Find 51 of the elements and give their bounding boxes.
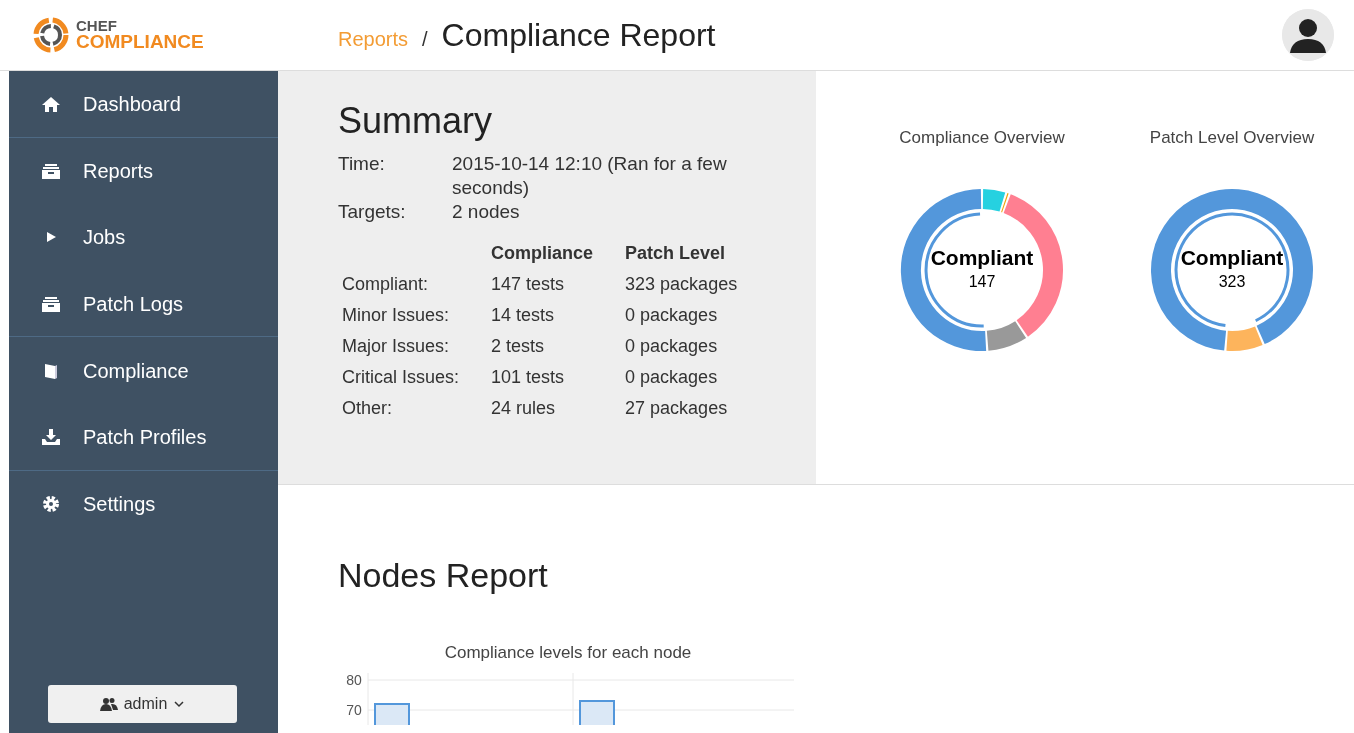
- brand-name: CHEF: [76, 19, 118, 33]
- section-title: Summary: [338, 99, 494, 143]
- brand-name: COMPLIANCE: [76, 33, 204, 51]
- caret-icon: [173, 700, 186, 708]
- sidebar-item[interactable]: Compliance: [9, 337, 278, 404]
- chart-title: Compliance Overview: [899, 127, 1065, 149]
- axis-tick-label: 70: [346, 702, 362, 719]
- download-icon: [41, 427, 61, 446]
- sidebar-item[interactable]: Settings: [9, 470, 278, 538]
- fact-value: 2015-10-14 12:10 (Ran for a few seconds): [452, 152, 728, 201]
- fact-label: Targets:: [338, 200, 407, 225]
- table-cell-text: 323 packages: [624, 273, 739, 297]
- sidebar-item[interactable]: Reports: [9, 137, 278, 205]
- row-label: Other:: [341, 397, 394, 421]
- row-label: Major Issues:: [341, 335, 451, 359]
- row-label: Minor Issues:: [341, 304, 451, 328]
- home-icon: [41, 94, 61, 113]
- column-header: Patch Level: [624, 242, 727, 266]
- column-header: Compliance: [490, 242, 595, 266]
- tray-icon: [41, 294, 61, 313]
- donut-value: 323: [1218, 271, 1246, 292]
- tray-icon: [41, 161, 61, 180]
- gear-icon: [41, 494, 61, 513]
- users-icon: [99, 697, 118, 711]
- table-cell-text: 14 tests: [490, 304, 556, 328]
- donut-label: Compliant: [930, 245, 1034, 270]
- table-cell-text: 0 packages: [624, 366, 719, 390]
- chart-title: Compliance levels for each node: [443, 641, 693, 664]
- chart-bar: [374, 703, 410, 726]
- table-cell-text: 147 tests: [490, 273, 566, 297]
- section-title: Nodes Report: [338, 555, 549, 596]
- row-label: Compliant:: [341, 273, 430, 297]
- donut-label: Compliant: [1180, 245, 1284, 270]
- breadcrumb-separator: /: [422, 27, 428, 52]
- axis-tick-label: 80: [346, 672, 362, 689]
- chart-bar: [579, 700, 615, 726]
- sidebar-item[interactable]: Jobs: [9, 204, 278, 271]
- table-cell-text: 2 tests: [490, 335, 546, 359]
- table-cell-text: 0 packages: [624, 335, 719, 359]
- logo-icon: [32, 16, 70, 54]
- row-label: Critical Issues:: [341, 366, 461, 390]
- fact-label: Time:: [338, 152, 386, 177]
- table-cell-text: 27 packages: [624, 397, 729, 421]
- table-cell-text: 101 tests: [490, 366, 566, 390]
- user-menu-button[interactable]: admin: [48, 685, 237, 723]
- table-cell-text: 0 packages: [624, 304, 719, 328]
- donut-value: 147: [968, 271, 996, 292]
- table-cell-text: 24 rules: [490, 397, 557, 421]
- chart-title: Patch Level Overview: [1149, 127, 1315, 149]
- fact-value: 2 nodes: [452, 200, 520, 225]
- page-title: Compliance Report: [441, 16, 716, 55]
